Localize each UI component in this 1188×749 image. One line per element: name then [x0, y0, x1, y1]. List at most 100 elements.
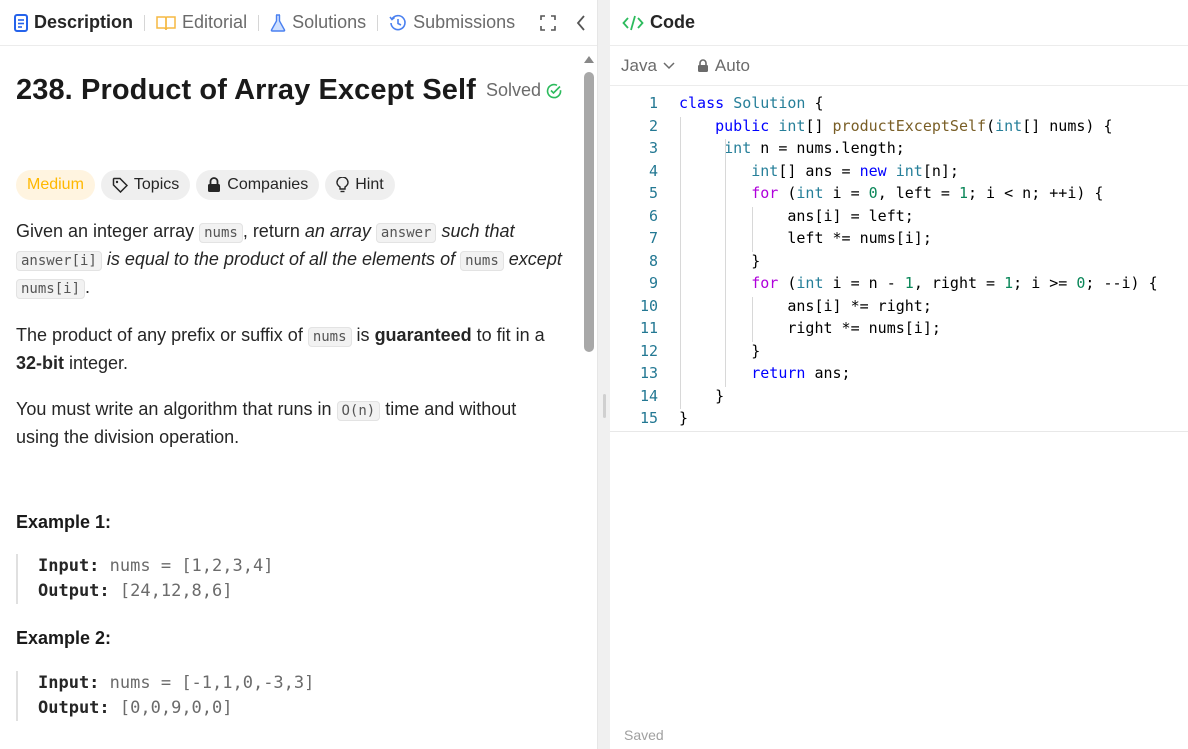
- tab-divider: [144, 14, 146, 31]
- line-number: 10: [639, 296, 658, 315]
- tab-divider: [258, 14, 260, 31]
- code-icon: [622, 15, 644, 30]
- text: such that: [436, 221, 515, 241]
- hint-label: Hint: [355, 176, 384, 193]
- line-number: 15: [639, 409, 658, 427]
- line-number: 12: [639, 341, 658, 360]
- line-number: 6: [648, 206, 658, 225]
- example-input-line: Input: nums = [1,2,3,4]: [38, 554, 556, 579]
- scrollbar-thumb[interactable]: [584, 72, 594, 352]
- problem-description: Given an integer array nums, return an a…: [16, 218, 564, 470]
- text: guaranteed: [374, 325, 472, 345]
- inline-code: nums: [460, 251, 504, 271]
- code-line[interactable]: 7 left *= nums[i];: [610, 229, 1188, 252]
- text: except: [503, 249, 562, 269]
- tab-solutions-label: Solutions: [292, 12, 367, 32]
- inline-code: nums[i]: [16, 279, 86, 299]
- text: 32-bit: [16, 353, 65, 373]
- code-line[interactable]: 13 return ans;: [610, 364, 1188, 387]
- tab-solutions[interactable]: Solutions: [270, 0, 366, 46]
- code-line[interactable]: 15}: [610, 409, 1188, 432]
- line-number: 4: [648, 161, 658, 180]
- description-icon: [14, 13, 28, 32]
- line-code: int[] ans = new int[n];: [751, 161, 959, 180]
- line-code: public int[] productExceptSelf(int[] num…: [715, 116, 1113, 135]
- inline-code: answer[i]: [16, 251, 102, 271]
- line-code: for (int i = 0, left = 1; i < n; ++i) {: [751, 184, 1104, 202]
- text: You must write an algorithm that runs in: [16, 399, 337, 419]
- line-number: 1: [648, 94, 658, 112]
- code-line[interactable]: 6 ans[i] = left;: [610, 207, 1188, 230]
- code-line[interactable]: 14 }: [610, 387, 1188, 410]
- text: .: [85, 277, 91, 297]
- hint-button[interactable]: Hint: [325, 170, 395, 200]
- example-input-line: Input: nums = [-1,1,0,-3,3]: [38, 671, 556, 696]
- text: to fit in a: [471, 325, 545, 345]
- example-output-line: Output: [24,12,8,6]: [38, 579, 556, 604]
- maximize-icon[interactable]: [540, 15, 556, 31]
- panel-resize-handle[interactable]: [603, 394, 606, 418]
- problem-content: 238. Product of Array Except Self Solved…: [0, 46, 578, 749]
- line-code: int n = nums.length;: [724, 139, 905, 157]
- line-code: left *= nums[i];: [679, 229, 932, 247]
- lightbulb-icon: [336, 176, 349, 192]
- line-number: 2: [648, 116, 658, 135]
- input-value: nums = [1,2,3,4]: [109, 556, 274, 576]
- line-number: 8: [648, 251, 658, 270]
- flask-icon: [270, 13, 286, 32]
- tab-submissions-label: Submissions: [413, 12, 516, 32]
- tab-editorial[interactable]: Editorial: [156, 0, 247, 46]
- tab-editorial-label: Editorial: [182, 12, 248, 32]
- check-circle-icon: [546, 83, 562, 98]
- lock-icon: [208, 177, 221, 192]
- line-code: ans[i] = left;: [679, 206, 914, 225]
- difficulty-label: Medium: [27, 176, 84, 193]
- code-line[interactable]: 8 }: [610, 252, 1188, 275]
- inline-code: O(n): [336, 401, 381, 421]
- text: , return: [242, 221, 305, 241]
- topics-button[interactable]: Topics: [100, 170, 191, 200]
- language-select[interactable]: Java: [621, 56, 675, 76]
- solved-label: Solved: [486, 80, 542, 100]
- code-line[interactable]: 11 right *= nums[i];: [610, 319, 1188, 342]
- input-value: nums = [-1,1,0,-3,3]: [109, 673, 315, 693]
- input-label: Input:: [38, 556, 100, 576]
- code-line[interactable]: 2 public int[] productExceptSelf(int[] n…: [610, 117, 1188, 140]
- code-line[interactable]: 10 ans[i] *= right;: [610, 297, 1188, 320]
- example-output-line: Output: [0,0,9,0,0]: [38, 696, 556, 721]
- save-status: Saved: [624, 727, 664, 743]
- left-tab-bar: Description Editorial Solutions Submissi…: [0, 0, 597, 46]
- line-code: for (int i = n - 1, right = 1; i >= 0; -…: [751, 274, 1158, 292]
- output-value: [0,0,9,0,0]: [119, 698, 233, 718]
- solved-badge: Solved: [486, 80, 562, 101]
- code-editor[interactable]: 1 class Solution {2 public int[] productE…: [610, 94, 1188, 434]
- difficulty-badge: Medium: [16, 170, 95, 200]
- history-icon: [389, 14, 406, 30]
- description-paragraph-3: You must write an algorithm that runs in…: [16, 396, 564, 450]
- code-line[interactable]: 4 int[] ans = new int[n];: [610, 162, 1188, 185]
- code-line[interactable]: 3 int n = nums.length;: [610, 139, 1188, 162]
- code-line[interactable]: 12 }: [610, 342, 1188, 365]
- code-line[interactable]: 5 for (int i = 0, left = 1; i < n; ++i) …: [610, 184, 1188, 207]
- scroll-up-arrow[interactable]: [584, 56, 594, 63]
- companies-button[interactable]: Companies: [196, 170, 320, 200]
- code-header: Code: [610, 0, 1188, 46]
- tab-submissions[interactable]: Submissions: [389, 0, 515, 46]
- auto-mode[interactable]: Auto: [697, 56, 750, 76]
- language-label: Java: [621, 55, 657, 75]
- tag-row: Medium Topics Companies Hint: [16, 170, 395, 200]
- code-line[interactable]: 9 for (int i = n - 1, right = 1; i >= 0;…: [610, 274, 1188, 297]
- line-number: 5: [648, 184, 658, 202]
- lock-icon: [697, 58, 708, 72]
- editor-divider: [610, 431, 1188, 432]
- text: is: [351, 325, 375, 345]
- code-panel: Code Java Auto 1 class Solution {2 public…: [610, 0, 1188, 749]
- indent-guide: [752, 296, 754, 342]
- tab-description[interactable]: Description: [14, 0, 133, 46]
- line-code: }: [679, 409, 689, 427]
- topics-label: Topics: [133, 176, 180, 193]
- companies-label: Companies: [227, 176, 309, 193]
- code-line[interactable]: 1 class Solution {: [610, 94, 1188, 117]
- line-number: 7: [648, 229, 658, 247]
- collapse-left-icon[interactable]: [576, 15, 586, 31]
